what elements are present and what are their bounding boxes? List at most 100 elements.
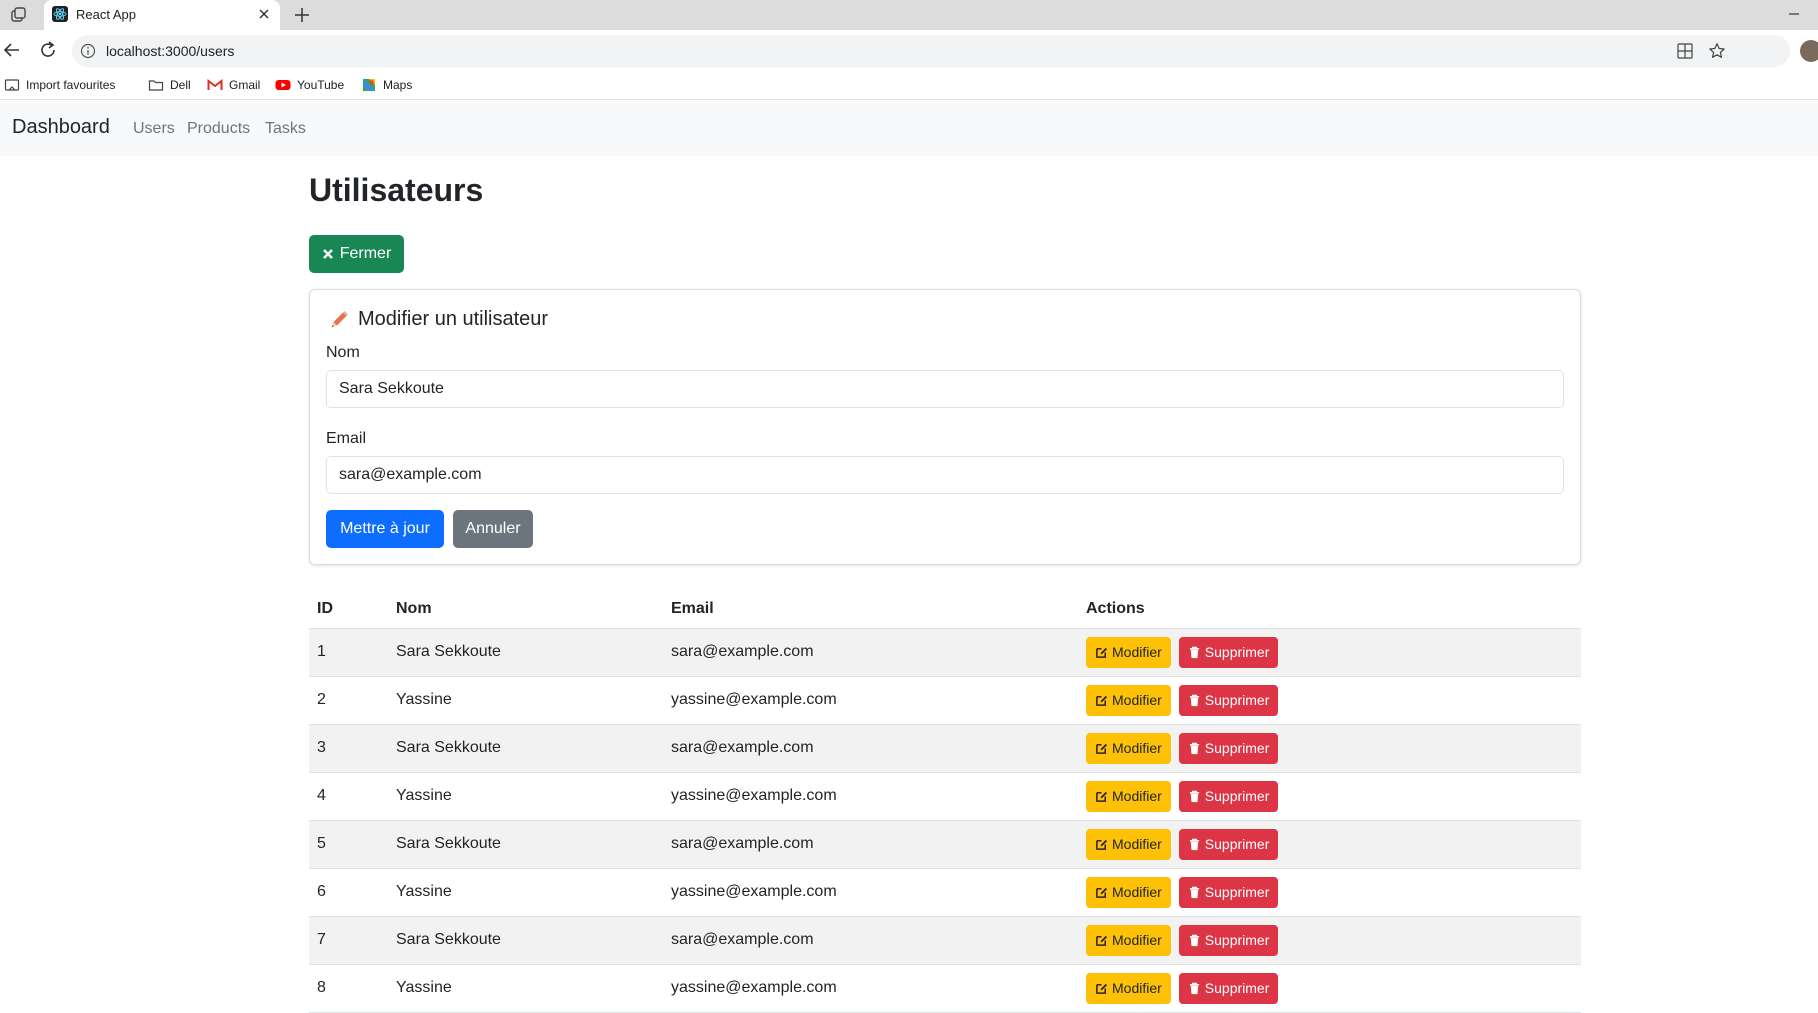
row-actions: Modifier Supprimer bbox=[1086, 636, 1573, 668]
back-arrow-icon[interactable] bbox=[2, 40, 22, 60]
trash-icon bbox=[1189, 646, 1199, 658]
edit-button[interactable]: Modifier bbox=[1086, 780, 1171, 812]
table-row: 4 Yassine yassine@example.com Modifier Suppr… bbox=[309, 772, 1581, 821]
delete-button[interactable]: Supprimer bbox=[1178, 828, 1279, 860]
trash-icon bbox=[1189, 790, 1199, 802]
edit-user-card: Modifier un utilisateur Nom Email Mettre… bbox=[309, 289, 1581, 565]
form-title-text: Modifier un utilisateur bbox=[358, 308, 549, 330]
email-field[interactable] bbox=[326, 456, 1564, 494]
cell-email: sara@example.com bbox=[663, 916, 1078, 965]
delete-label: Supprimer bbox=[1204, 836, 1270, 852]
edit-label: Modifier bbox=[1112, 836, 1162, 852]
name-label: Nom bbox=[326, 344, 360, 361]
edit-label: Modifier bbox=[1112, 692, 1162, 708]
header-name: Nom bbox=[388, 590, 663, 629]
delete-label: Supprimer bbox=[1204, 932, 1270, 948]
delete-button[interactable]: Supprimer bbox=[1178, 972, 1279, 1004]
email-label: Email bbox=[326, 430, 367, 447]
cell-email: yassine@example.com bbox=[663, 964, 1078, 1013]
table-row: 6 Yassine yassine@example.com Modifier Suppr… bbox=[309, 868, 1581, 917]
star-icon[interactable] bbox=[1708, 42, 1726, 60]
new-tab-icon[interactable] bbox=[292, 5, 312, 25]
users-table: ID Nom Email Actions 1 Sara Sekkoute sara@… bbox=[309, 590, 1581, 1013]
update-button[interactable]: Mettre à jour bbox=[326, 510, 444, 548]
row-actions: Modifier Supprimer bbox=[1086, 684, 1573, 716]
edit-button[interactable]: Modifier bbox=[1086, 828, 1171, 860]
name-field[interactable] bbox=[326, 370, 1564, 408]
cell-id: 5 bbox=[309, 820, 388, 869]
nav-link-products[interactable]: Products bbox=[187, 120, 250, 138]
edit-icon bbox=[1096, 743, 1108, 754]
row-actions: Modifier Supprimer bbox=[1086, 924, 1573, 956]
tab-title: React App bbox=[76, 7, 136, 22]
cell-name: Yassine bbox=[388, 772, 663, 821]
table-row: 2 Yassine yassine@example.com Modifier Suppr… bbox=[309, 676, 1581, 725]
bookmark-import-favourites[interactable]: Import favourites bbox=[4, 76, 115, 94]
edit-label: Modifier bbox=[1112, 644, 1162, 660]
edit-button[interactable]: Modifier bbox=[1086, 924, 1171, 956]
edit-button[interactable]: Modifier bbox=[1086, 972, 1171, 1004]
close-icon[interactable] bbox=[256, 6, 272, 22]
cell-name: Sara Sekkoute bbox=[388, 724, 663, 773]
edit-button[interactable]: Modifier bbox=[1086, 876, 1171, 908]
edit-label: Modifier bbox=[1112, 884, 1162, 900]
edit-button[interactable]: Modifier bbox=[1086, 684, 1171, 716]
delete-button[interactable]: Supprimer bbox=[1178, 924, 1279, 956]
table-row: 1 Sara Sekkoute sara@example.com Modifier Su… bbox=[309, 628, 1581, 677]
delete-button[interactable]: Supprimer bbox=[1178, 732, 1279, 764]
trash-icon bbox=[1189, 982, 1199, 994]
gmail-icon bbox=[207, 78, 223, 90]
cell-name: Yassine bbox=[388, 676, 663, 725]
delete-label: Supprimer bbox=[1204, 644, 1270, 660]
youtube-icon bbox=[275, 80, 291, 90]
cell-name: Sara Sekkoute bbox=[388, 916, 663, 965]
bookmark-dell[interactable]: Dell bbox=[148, 76, 191, 94]
delete-button[interactable]: Supprimer bbox=[1178, 636, 1279, 668]
profile-avatar[interactable] bbox=[1800, 40, 1818, 62]
bookmark-gmail[interactable]: Gmail bbox=[207, 76, 260, 94]
edit-button[interactable]: Modifier bbox=[1086, 732, 1171, 764]
cell-email: yassine@example.com bbox=[663, 772, 1078, 821]
reload-icon[interactable] bbox=[38, 40, 58, 60]
edit-label: Modifier bbox=[1112, 740, 1162, 756]
folder-icon bbox=[148, 80, 164, 91]
cell-id: 1 bbox=[309, 628, 388, 677]
delete-button[interactable]: Supprimer bbox=[1178, 684, 1279, 716]
row-actions: Modifier Supprimer bbox=[1086, 780, 1573, 812]
app-install-icon[interactable] bbox=[1676, 42, 1694, 60]
edit-button[interactable]: Modifier bbox=[1086, 636, 1171, 668]
import-icon bbox=[4, 79, 20, 91]
bookmark-label: YouTube bbox=[297, 78, 345, 92]
minimize-icon[interactable] bbox=[1784, 4, 1804, 24]
cell-actions: Modifier Supprimer bbox=[1078, 964, 1581, 1013]
cell-name: Sara Sekkoute bbox=[388, 628, 663, 677]
cell-actions: Modifier Supprimer bbox=[1078, 772, 1581, 821]
delete-button[interactable]: Supprimer bbox=[1178, 876, 1279, 908]
delete-button[interactable]: Supprimer bbox=[1178, 780, 1279, 812]
bookmark-maps[interactable]: Maps bbox=[361, 76, 412, 94]
delete-label: Supprimer bbox=[1204, 980, 1270, 996]
edit-icon bbox=[1096, 791, 1108, 802]
bookmark-youtube[interactable]: YouTube bbox=[275, 76, 344, 94]
table-header-row: ID Nom Email Actions bbox=[309, 590, 1581, 629]
cell-id: 3 bbox=[309, 724, 388, 773]
header-id: ID bbox=[309, 590, 388, 629]
cell-id: 4 bbox=[309, 772, 388, 821]
browser-tab[interactable]: React App bbox=[44, 0, 280, 30]
bookmark-label: Dell bbox=[170, 78, 191, 92]
cell-email: yassine@example.com bbox=[663, 676, 1078, 725]
edit-icon bbox=[1096, 887, 1108, 898]
nav-link-users[interactable]: Users bbox=[133, 120, 175, 138]
pencil-icon bbox=[331, 310, 348, 327]
site-info-icon[interactable] bbox=[80, 43, 96, 59]
workspaces-icon[interactable] bbox=[8, 5, 28, 25]
navbar-brand[interactable]: Dashboard bbox=[12, 116, 110, 139]
cancel-button[interactable]: Annuler bbox=[453, 510, 533, 548]
url-bar[interactable]: localhost:3000/users bbox=[72, 35, 1790, 67]
nav-link-tasks[interactable]: Tasks bbox=[265, 120, 306, 138]
delete-label: Supprimer bbox=[1204, 884, 1270, 900]
row-actions: Modifier Supprimer bbox=[1086, 876, 1573, 908]
trash-icon bbox=[1189, 838, 1199, 850]
bookmark-label: Import favourites bbox=[26, 78, 116, 92]
close-form-button[interactable]: Fermer bbox=[309, 235, 404, 273]
